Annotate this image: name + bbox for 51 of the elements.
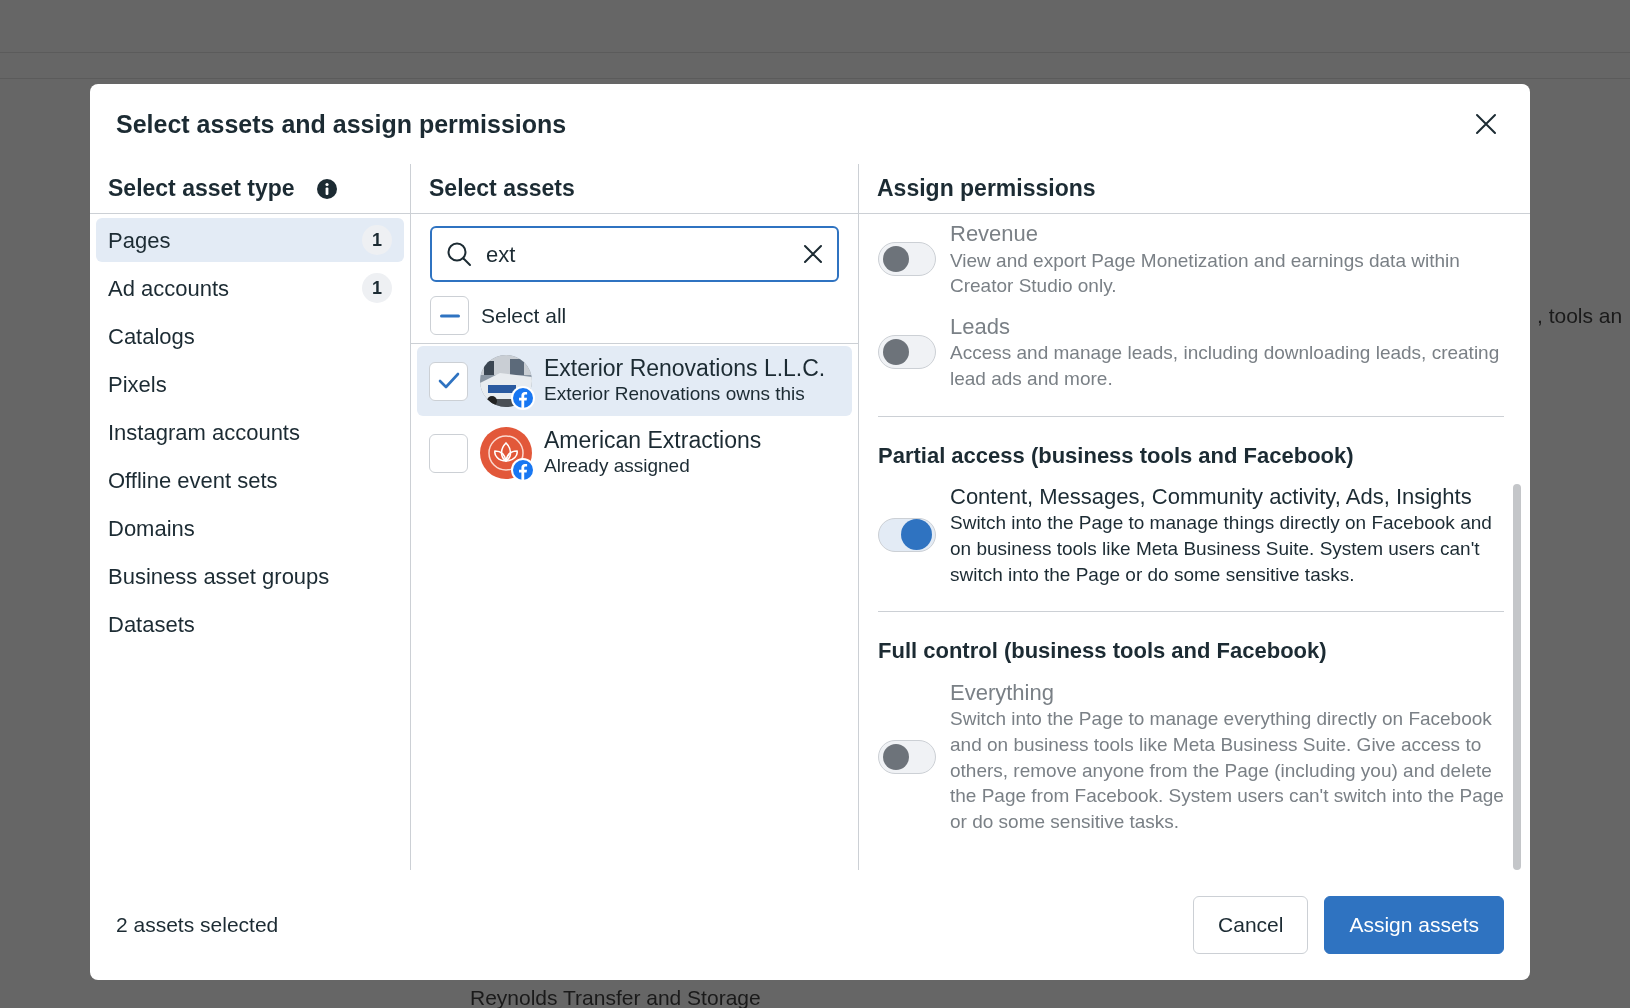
permission-title: Content, Messages, Community activity, Ads, Insights xyxy=(950,482,1473,511)
asset-type-item[interactable]: Domains xyxy=(96,506,404,550)
asset-row[interactable]: Exterior Renovations L.L.C. Exterior Renovations owns this xyxy=(417,346,852,416)
column-heading: Select asset type xyxy=(108,174,295,203)
permission-description: Switch into the Page to manage things directly on Facebook and on business tools like Meta Business Suite. System users can't switch into the Page or do some sensitive tasks. xyxy=(950,511,1493,587)
selection-count: 2 assets selected xyxy=(116,912,279,939)
clear-icon[interactable] xyxy=(803,244,823,264)
permission-title: Everything xyxy=(950,678,1055,707)
asset-subtitle: Exterior Renovations owns this xyxy=(544,382,806,407)
toggle-switch[interactable] xyxy=(878,518,936,553)
facebook-badge-icon xyxy=(511,386,535,410)
section-heading: Partial access (business tools and Facebook) xyxy=(878,442,1355,469)
facebook-badge-icon xyxy=(511,458,535,482)
asset-name: Exterior Renovations L.L.C. xyxy=(544,354,826,383)
asset-name: American Extractions xyxy=(544,426,762,455)
asset-type-item[interactable]: Ad accounts 1 xyxy=(96,266,404,310)
background-text: , tools an xyxy=(1537,303,1623,329)
asset-type-item[interactable]: Business asset groups xyxy=(96,554,404,598)
footer-button[interactable]: Assign assets xyxy=(1324,896,1504,954)
count-badge: 1 xyxy=(362,225,392,255)
section-heading: Full control (business tools and Facebook) xyxy=(878,638,1328,665)
asset-subtitle: Already assigned xyxy=(544,454,691,479)
permission-description: Switch into the Page to manage everything directly on Facebook and on business tools like Meta Business Suite. Give access to others, remove anyone from the Page (including you) and delete the Page from Facebook. System users can't switch into the Page or do some sensitive tasks. xyxy=(950,707,1504,834)
asset-type-item[interactable]: Datasets xyxy=(96,602,404,646)
column-heading: Select assets xyxy=(429,174,575,203)
dialog-title: Select assets and assign permissions xyxy=(116,109,567,139)
count-badge: 1 xyxy=(362,273,392,303)
search-icon xyxy=(446,241,472,267)
asset-type-item[interactable]: Catalogs xyxy=(96,314,404,358)
asset-row[interactable]: American Extractions Already assigned xyxy=(417,418,852,488)
footer-button[interactable]: Cancel xyxy=(1193,896,1309,954)
checkbox[interactable] xyxy=(429,433,468,473)
asset-type-item[interactable]: Instagram accounts xyxy=(96,410,404,454)
select-all-label[interactable]: Select all xyxy=(481,299,567,332)
column-heading: Assign permissions xyxy=(877,174,1096,203)
checkbox[interactable] xyxy=(429,361,468,401)
permission-description: View and export Page Monetization and earnings data within Creator Studio only. xyxy=(950,248,1461,299)
permission-title: Revenue xyxy=(950,220,1040,248)
scrollbar-thumb[interactable] xyxy=(1513,484,1521,870)
checkbox[interactable] xyxy=(430,296,469,335)
info-icon[interactable] xyxy=(316,178,337,199)
search-input[interactable]: ext xyxy=(484,236,791,272)
asset-type-item[interactable]: Pixels xyxy=(96,362,404,406)
permission-title: Leads xyxy=(950,312,1011,341)
asset-type-item[interactable]: Pages 1 xyxy=(96,218,404,262)
search-field[interactable]: ext xyxy=(430,226,839,282)
close-icon[interactable] xyxy=(1474,112,1498,136)
checkmark-icon xyxy=(436,371,461,391)
permission-description: Access and manage leads, including downloading leads, creating lead ads and more. xyxy=(950,341,1501,391)
asset-type-item[interactable]: Offline event sets xyxy=(96,458,404,502)
minus-icon xyxy=(439,313,460,318)
